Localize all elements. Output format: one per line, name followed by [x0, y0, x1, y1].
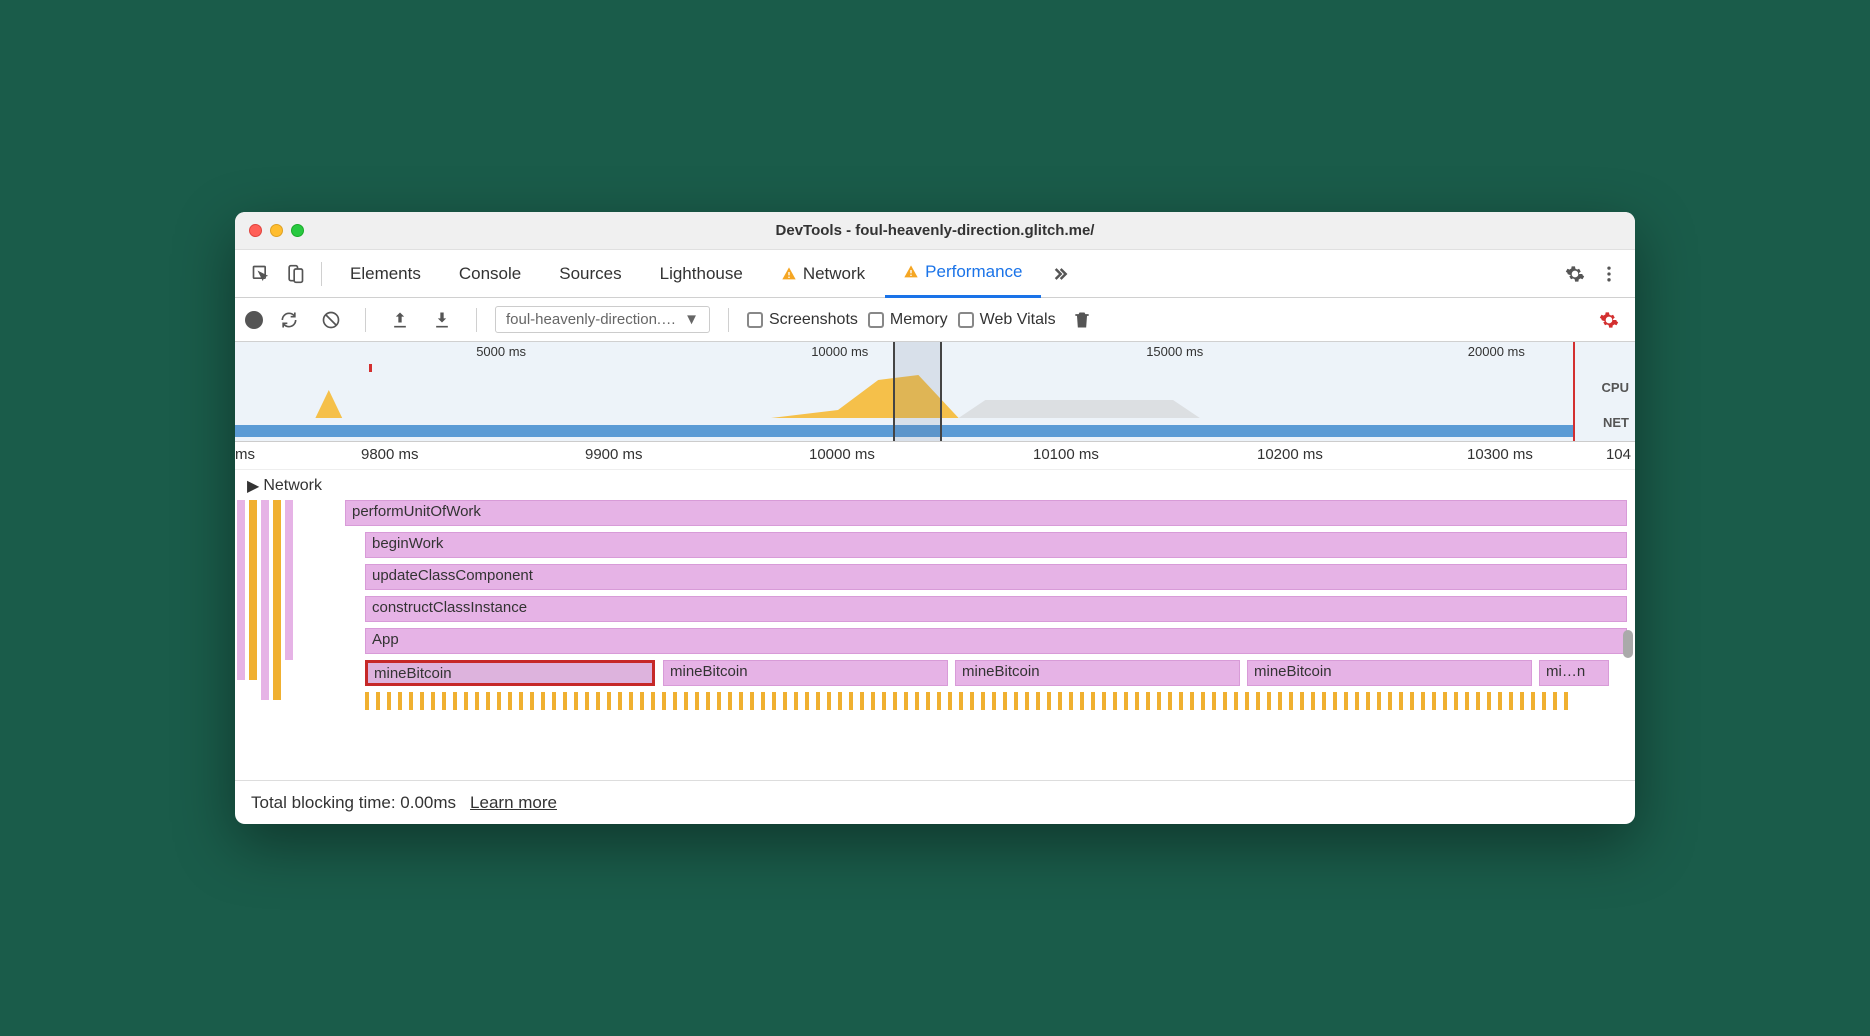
download-icon[interactable]	[426, 304, 458, 336]
devtools-window: DevTools - foul-heavenly-direction.glitc…	[235, 212, 1635, 824]
ruler-tick: 9900 ms	[585, 446, 643, 463]
checkbox-icon	[958, 312, 974, 328]
overview-tick: 5000 ms	[476, 344, 526, 359]
expand-icon: ▶	[247, 476, 259, 496]
warning-icon	[781, 266, 797, 282]
scrollbar-thumb[interactable]	[1623, 630, 1633, 658]
tab-network-label: Network	[803, 264, 865, 284]
main-tabbar: Elements Console Sources Lighthouse Netw…	[235, 250, 1635, 298]
kebab-menu-icon[interactable]	[1593, 258, 1625, 290]
divider	[321, 262, 322, 286]
ruler-tick: 10200 ms	[1257, 446, 1323, 463]
overview-selection[interactable]	[893, 342, 942, 441]
chevron-down-icon: ▼	[684, 311, 699, 328]
performance-toolbar: foul-heavenly-direction.… ▼ Screenshots …	[235, 298, 1635, 342]
clear-icon[interactable]	[315, 304, 347, 336]
flame-bar-minebitcoin[interactable]: mineBitcoin	[955, 660, 1240, 686]
checkbox-icon	[868, 312, 884, 328]
timeline-overview[interactable]: 5000 ms 10000 ms 15000 ms 20000 ms CPU N…	[235, 342, 1635, 442]
web-vitals-label: Web Vitals	[980, 311, 1056, 329]
ruler-tick: 9800 ms	[361, 446, 419, 463]
tab-performance-label: Performance	[925, 262, 1022, 282]
traffic-lights	[249, 224, 304, 237]
memory-label: Memory	[890, 311, 948, 329]
more-tabs-icon[interactable]	[1043, 258, 1075, 290]
overview-tick: 10000 ms	[811, 344, 868, 359]
flame-chart[interactable]: ▶ Network performUnitOfWork beginWork up…	[235, 470, 1635, 780]
ruler-tick: 10100 ms	[1033, 446, 1099, 463]
tab-console[interactable]: Console	[441, 250, 539, 298]
screenshots-label: Screenshots	[769, 311, 858, 329]
flame-ruler[interactable]: ms 9800 ms 9900 ms 10000 ms 10100 ms 102…	[235, 442, 1635, 470]
overview-labels: CPU NET	[1602, 380, 1629, 450]
overview-tick: 20000 ms	[1468, 344, 1525, 359]
flame-bar-updateclasscomponent[interactable]: updateClassComponent	[365, 564, 1627, 590]
left-flame-fragments	[235, 500, 345, 740]
warning-icon	[903, 264, 919, 280]
profile-selector-label: foul-heavenly-direction.…	[506, 311, 676, 328]
reload-icon[interactable]	[273, 304, 305, 336]
checkbox-icon	[747, 312, 763, 328]
record-button[interactable]	[245, 311, 263, 329]
ruler-tick: 10000 ms	[809, 446, 875, 463]
long-task-marker	[369, 364, 372, 372]
minimize-window-button[interactable]	[270, 224, 283, 237]
web-vitals-checkbox[interactable]: Web Vitals	[958, 311, 1056, 329]
ruler-tick: 10300 ms	[1467, 446, 1533, 463]
tab-network[interactable]: Network	[763, 250, 883, 298]
flame-bar-beginwork[interactable]: beginWork	[365, 532, 1627, 558]
window-title: DevTools - foul-heavenly-direction.glitc…	[235, 222, 1635, 239]
footer-bar: Total blocking time: 0.00ms Learn more	[235, 780, 1635, 824]
capture-settings-icon[interactable]	[1593, 304, 1625, 336]
cpu-label: CPU	[1602, 380, 1629, 395]
network-track-header[interactable]: ▶ Network	[243, 474, 326, 498]
learn-more-link[interactable]: Learn more	[470, 793, 557, 813]
inspect-element-icon[interactable]	[245, 258, 277, 290]
tab-sources[interactable]: Sources	[541, 250, 639, 298]
task-ticks-row: document.write(Array.from({length:110},(…	[365, 690, 1627, 712]
total-blocking-time-label: Total blocking time: 0.00ms	[251, 793, 456, 813]
upload-icon[interactable]	[384, 304, 416, 336]
divider	[728, 308, 729, 332]
screenshots-checkbox[interactable]: Screenshots	[747, 311, 858, 329]
flame-bar-minebitcoin-truncated[interactable]: mi…n	[1539, 660, 1609, 686]
tab-elements[interactable]: Elements	[332, 250, 439, 298]
device-toggle-icon[interactable]	[279, 258, 311, 290]
flame-bar-app[interactable]: App	[365, 628, 1627, 654]
memory-checkbox[interactable]: Memory	[868, 311, 948, 329]
ruler-tick: ms	[235, 446, 255, 463]
flame-bar-constructclassinstance[interactable]: constructClassInstance	[365, 596, 1627, 622]
flame-bar-minebitcoin[interactable]: mineBitcoin	[663, 660, 948, 686]
flame-bar-performunitofwork[interactable]: performUnitOfWork	[345, 500, 1627, 526]
end-marker	[1573, 342, 1575, 441]
flame-bar-minebitcoin[interactable]: mineBitcoin	[1247, 660, 1532, 686]
settings-icon[interactable]	[1559, 258, 1591, 290]
ruler-tick: 104	[1606, 446, 1631, 463]
overview-tick: 15000 ms	[1146, 344, 1203, 359]
profile-selector-dropdown[interactable]: foul-heavenly-direction.… ▼	[495, 306, 710, 333]
tab-lighthouse[interactable]: Lighthouse	[642, 250, 761, 298]
maximize-window-button[interactable]	[291, 224, 304, 237]
titlebar: DevTools - foul-heavenly-direction.glitc…	[235, 212, 1635, 250]
network-track-label: Network	[263, 477, 322, 495]
flame-bar-minebitcoin-selected[interactable]: mineBitcoin	[365, 660, 655, 686]
close-window-button[interactable]	[249, 224, 262, 237]
divider	[476, 308, 477, 332]
divider	[365, 308, 366, 332]
tab-performance[interactable]: Performance	[885, 250, 1040, 298]
net-label: NET	[1602, 415, 1629, 430]
trash-icon[interactable]	[1066, 304, 1098, 336]
